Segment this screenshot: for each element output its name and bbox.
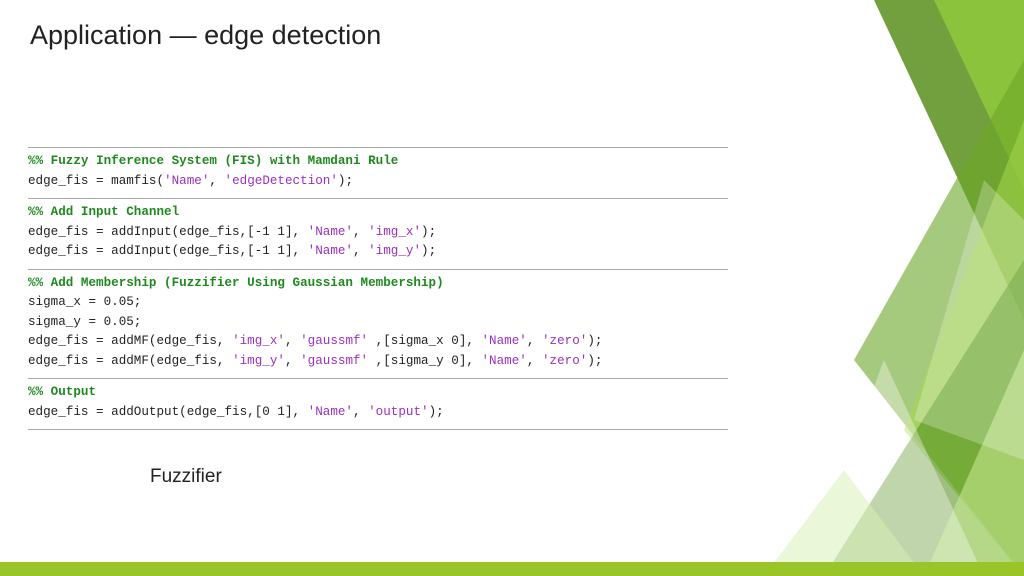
section-header: %% Add Input Channel: [28, 205, 179, 219]
section-header: %% Output: [28, 385, 96, 399]
code-text: ,: [285, 354, 300, 368]
code-text: ,: [527, 334, 542, 348]
code-text: );: [338, 174, 353, 188]
code-string: 'zero': [542, 354, 587, 368]
code-text: ,: [353, 405, 368, 419]
caption: Fuzzifier: [150, 466, 222, 488]
code-string: 'Name': [308, 225, 353, 239]
section-header: %% Fuzzy Inference System (FIS) with Mam…: [28, 154, 398, 168]
code-text: );: [587, 334, 602, 348]
code-string: 'img_x': [368, 225, 421, 239]
code-text: sigma_x = 0.05;: [28, 295, 141, 309]
code-text: );: [421, 225, 436, 239]
code-string: 'gaussmf': [300, 354, 368, 368]
code-string: 'img_x': [232, 334, 285, 348]
code-text: edge_fis = addMF(edge_fis,: [28, 354, 232, 368]
code-section-output: %% Output edge_fis = addOutput(edge_fis,…: [28, 378, 728, 430]
code-string: 'output': [368, 405, 428, 419]
slide: Application — edge detection %% Fuzzy In…: [0, 0, 1024, 576]
code-string: 'gaussmf': [300, 334, 368, 348]
code-text: );: [587, 354, 602, 368]
code-text: edge_fis = addInput(edge_fis,[-1 1],: [28, 244, 308, 258]
code-text: ,: [353, 244, 368, 258]
code-text: ,: [285, 334, 300, 348]
code-section-input: %% Add Input Channel edge_fis = addInput…: [28, 198, 728, 269]
page-title: Application — edge detection: [30, 20, 381, 51]
code-string: 'Name': [482, 334, 527, 348]
code-text: ,[sigma_y 0],: [368, 354, 481, 368]
code-string: 'zero': [542, 334, 587, 348]
code-text: ,: [209, 174, 224, 188]
code-text: ,: [527, 354, 542, 368]
code-string: 'Name': [164, 174, 209, 188]
section-header: %% Add Membership (Fuzzifier Using Gauss…: [28, 276, 444, 290]
code-text: edge_fis = addOutput(edge_fis,[0 1],: [28, 405, 308, 419]
code-text: );: [421, 244, 436, 258]
code-section-fis: %% Fuzzy Inference System (FIS) with Mam…: [28, 147, 728, 198]
code-section-membership: %% Add Membership (Fuzzifier Using Gauss…: [28, 269, 728, 379]
code-string: 'img_y': [368, 244, 421, 258]
code-string: 'Name': [308, 405, 353, 419]
code-block: %% Fuzzy Inference System (FIS) with Mam…: [28, 147, 728, 430]
code-string: 'Name': [482, 354, 527, 368]
code-text: edge_fis = addInput(edge_fis,[-1 1],: [28, 225, 308, 239]
code-string: 'img_y': [232, 354, 285, 368]
code-text: edge_fis = addMF(edge_fis,: [28, 334, 232, 348]
code-text: edge_fis = mamfis(: [28, 174, 164, 188]
code-text: );: [429, 405, 444, 419]
code-string: 'Name': [308, 244, 353, 258]
code-text: sigma_y = 0.05;: [28, 315, 141, 329]
decorative-shards-icon: [724, 0, 1024, 576]
code-text: ,[sigma_x 0],: [368, 334, 481, 348]
code-string: 'edgeDetection': [225, 174, 338, 188]
bottom-accent-bar: [0, 562, 1024, 576]
code-text: ,: [353, 225, 368, 239]
